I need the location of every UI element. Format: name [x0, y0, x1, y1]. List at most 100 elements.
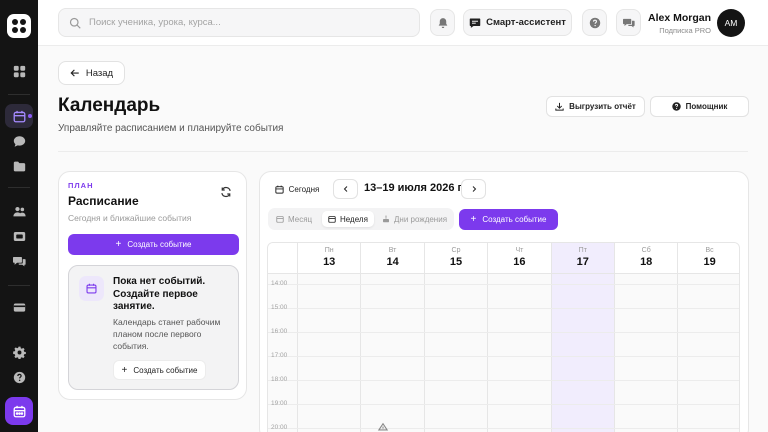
day-header[interactable]: Пн 13 [297, 243, 361, 274]
next-week-button[interactable] [461, 179, 486, 199]
calendar-create-event-button[interactable]: + Создать событие [459, 209, 558, 230]
day-of-week: Вт [388, 247, 397, 254]
dashboard-icon[interactable] [5, 59, 33, 83]
tab-month[interactable]: Месяц [270, 211, 318, 227]
hour-label: 19:00 [271, 400, 288, 407]
day-number: 14 [386, 256, 399, 268]
top-bar: Смарт-ассистент Alex Morgan Подписка PRO… [38, 0, 768, 46]
hour-label: 20:00 [271, 424, 288, 431]
hour-label: 15:00 [271, 304, 288, 311]
empty-state-title: Пока нет событий. Создайте первое заняти… [113, 276, 206, 312]
hour-line [268, 356, 739, 357]
plus-icon: + [121, 364, 128, 376]
chat-bubble-icon [469, 18, 481, 28]
question-icon [589, 17, 600, 28]
back-label: Назад [85, 67, 114, 79]
hour-line [268, 428, 739, 429]
page-subtitle: Управляйте расписанием и планируйте собы… [58, 123, 284, 134]
download-icon [555, 102, 564, 111]
tab-week-label: Неделя [340, 214, 368, 224]
helper-button[interactable]: Помощник [650, 96, 749, 117]
avatar[interactable]: AM [717, 9, 745, 37]
hour-label: 16:00 [271, 328, 288, 335]
day-header[interactable]: Вс 19 [677, 243, 739, 274]
plus-icon: + [115, 239, 122, 250]
date-range: 13–19 июля 2026 г. [364, 182, 465, 194]
help-icon[interactable] [5, 365, 33, 389]
empty-state-text: Календарь станет рабочим планом после пе… [113, 317, 221, 351]
day-of-week: Чт [515, 247, 524, 254]
settings-icon[interactable] [5, 340, 33, 364]
day-of-week: Сб [641, 247, 651, 254]
app-logo[interactable] [7, 14, 31, 38]
export-report-button[interactable]: Выгрузить отчёт [546, 96, 645, 117]
hour-line [268, 284, 739, 285]
users-icon[interactable] [5, 199, 33, 223]
scroll-up-icon[interactable] [377, 421, 389, 432]
help-button[interactable] [582, 9, 607, 36]
week-grid[interactable]: Пн 13 Вт 14 Ср 15 Чт 16 Пт 17 Сб 18 Вс 19 14:00 15:00 1… [267, 242, 740, 432]
day-number: 18 [640, 256, 653, 268]
cake-icon [383, 215, 389, 223]
page-title: Календарь [58, 95, 161, 116]
bell-icon [438, 17, 447, 28]
tab-birthdays[interactable]: Дни рождения [376, 211, 453, 227]
tab-week[interactable]: Неделя [322, 211, 374, 227]
day-header[interactable]: Сб 18 [614, 243, 678, 274]
book-icon[interactable] [5, 224, 33, 248]
chat-icon[interactable] [5, 129, 33, 153]
search-icon [69, 17, 81, 29]
hour-label: 14:00 [271, 280, 288, 287]
arrow-left-icon [70, 69, 79, 77]
refresh-icon[interactable] [220, 186, 232, 198]
back-button[interactable]: Назад [58, 61, 125, 85]
today-button[interactable]: Сегодня [268, 179, 326, 199]
messages-icon[interactable] [5, 249, 33, 273]
hour-line [268, 380, 739, 381]
time-column-header [268, 243, 297, 274]
schedule-subtitle: Сегодня и ближайшие события [68, 213, 192, 223]
calendar-quick-button[interactable] [5, 397, 33, 425]
calendar-icon [276, 216, 284, 223]
notifications-button[interactable] [430, 9, 455, 36]
export-report-label: Выгрузить отчёт [569, 102, 636, 111]
user-name: Alex Morgan [647, 12, 711, 24]
search-input[interactable] [89, 17, 389, 28]
calendar-create-event-label: Создать событие [482, 215, 547, 224]
day-number: 19 [703, 256, 716, 268]
helper-label: Помощник [685, 102, 728, 111]
day-header[interactable]: Чт 16 [487, 243, 551, 274]
day-number: 15 [449, 256, 463, 268]
calendar-icon [275, 185, 284, 194]
today-label: Сегодня [288, 184, 320, 194]
card-icon[interactable] [5, 295, 33, 319]
search-box[interactable] [58, 8, 420, 37]
folder-icon[interactable] [5, 154, 33, 178]
calendar-icon [79, 276, 104, 301]
active-indicator [28, 114, 32, 118]
create-event-button[interactable]: + Создать событие [68, 234, 239, 255]
calendar-icon [328, 216, 336, 223]
day-header[interactable]: Вт 14 [360, 243, 424, 274]
left-rail [0, 0, 38, 432]
plan-eyebrow: ПЛАН [68, 181, 94, 190]
hour-label: 17:00 [271, 352, 288, 359]
hour-line [268, 332, 739, 333]
prev-week-button[interactable] [333, 179, 358, 199]
day-number: 13 [323, 256, 336, 268]
day-header[interactable]: Пт 17 [550, 243, 614, 274]
plus-icon: + [470, 214, 477, 225]
empty-create-event-label: Создать событие [133, 365, 198, 375]
question-icon [671, 102, 681, 111]
day-number: 16 [513, 256, 526, 268]
smart-assistant-button[interactable]: Смарт-ассистент [463, 9, 572, 36]
hour-line [268, 404, 739, 405]
hour-label: 18:00 [271, 376, 288, 383]
tab-birthdays-label: Дни рождения [394, 214, 448, 224]
schedule-title: Расписание [68, 194, 139, 208]
user-plan: Подписка PRO [659, 26, 711, 35]
smart-assistant-label: Смарт-ассистент [486, 17, 566, 28]
empty-create-event-button[interactable]: + Создать событие [113, 360, 206, 380]
day-header[interactable]: Ср 15 [423, 243, 488, 274]
day-of-week: Пт [578, 247, 587, 254]
